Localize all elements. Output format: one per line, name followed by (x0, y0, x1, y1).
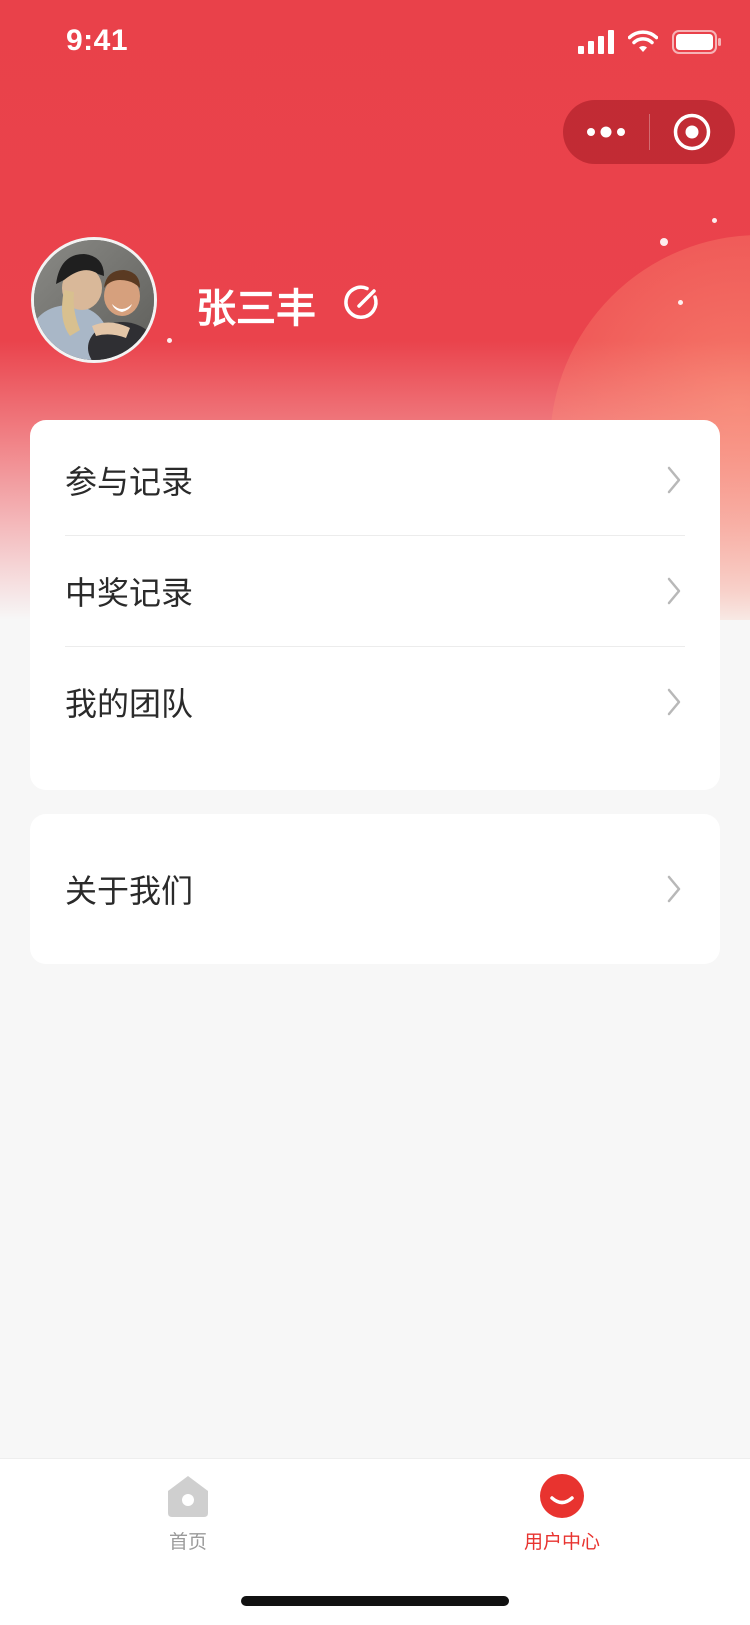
target-close-icon (674, 113, 711, 151)
wifi-icon (628, 30, 658, 52)
home-icon (168, 1476, 208, 1517)
chevron-right-icon (667, 466, 681, 494)
avatar[interactable] (31, 237, 157, 363)
sparkle (678, 300, 683, 305)
menu-item-participation-records[interactable]: 参与记录 (30, 425, 720, 535)
profile-name: 张三丰 (196, 286, 316, 332)
menu-item-my-team[interactable]: 我的团队 (30, 647, 720, 757)
user-smile-icon (540, 1474, 584, 1518)
battery-icon (672, 30, 721, 54)
home-indicator (241, 1596, 509, 1606)
tab-home-label: 首页 (168, 1531, 207, 1553)
avatar-photo (34, 240, 154, 360)
status-bar: 9:41 (0, 0, 750, 88)
sparkle (660, 238, 668, 246)
records-card: 参与记录 中奖记录 我的团队 (30, 420, 720, 790)
cellular-signal-icon (578, 30, 614, 54)
menu-item-winning-records[interactable]: 中奖记录 (30, 536, 720, 646)
status-time: 9:41 (66, 24, 129, 57)
close-mini-program-button[interactable] (650, 100, 736, 164)
menu-item-label: 我的团队 (65, 685, 194, 723)
tab-user-center[interactable]: 用户中心 (492, 1473, 632, 1554)
more-menu-button[interactable] (563, 100, 649, 164)
chevron-right-icon (667, 875, 681, 903)
edit-profile-icon[interactable] (343, 283, 383, 323)
tab-home[interactable]: 首页 (118, 1473, 258, 1554)
chevron-right-icon (667, 577, 681, 605)
menu-item-label: 参与记录 (65, 463, 194, 501)
sparkle (712, 218, 717, 223)
menu-item-label: 中奖记录 (65, 574, 194, 612)
chevron-right-icon (667, 688, 681, 716)
more-dots-icon (586, 126, 625, 138)
about-card: 关于我们 (30, 814, 720, 964)
tab-user-center-label: 用户中心 (523, 1531, 600, 1553)
sparkle (167, 338, 172, 343)
mini-program-capsule (563, 100, 735, 164)
menu-item-label: 关于我们 (65, 872, 194, 910)
menu-item-about-us[interactable]: 关于我们 (30, 814, 720, 964)
